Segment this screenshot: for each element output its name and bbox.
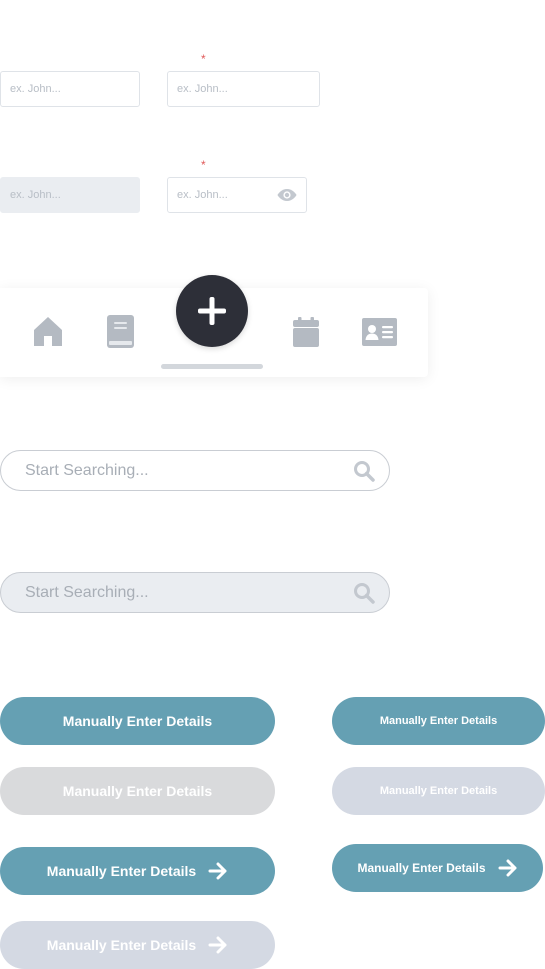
input-placeholder: ex. John...: [10, 189, 61, 201]
manually-enter-details-arrow-button-disabled: Manually Enter Details: [0, 921, 275, 969]
required-asterisk: *: [201, 158, 206, 172]
button-label: Manually Enter Details: [357, 861, 486, 875]
home-indicator: [161, 364, 263, 369]
arrow-right-icon: [498, 859, 517, 877]
search-input-disabled: Start Searching...: [0, 572, 390, 613]
book-icon[interactable]: [107, 315, 134, 353]
password-input[interactable]: ex. John...: [167, 177, 307, 213]
input-placeholder: ex. John...: [177, 83, 228, 95]
search-icon[interactable]: [353, 460, 375, 482]
plus-icon: [198, 297, 226, 325]
eye-icon[interactable]: [277, 188, 297, 202]
arrow-right-icon: [208, 936, 227, 954]
manually-enter-details-arrow-button[interactable]: Manually Enter Details: [0, 847, 275, 895]
add-button[interactable]: [176, 275, 248, 347]
search-input[interactable]: Start Searching...: [0, 450, 390, 491]
arrow-right-icon: [208, 862, 227, 880]
name-input-disabled: ex. John...: [0, 177, 140, 213]
manually-enter-details-button-disabled: Manually Enter Details: [0, 767, 275, 815]
contact-card-icon[interactable]: [362, 318, 397, 351]
home-icon[interactable]: [33, 316, 63, 351]
search-icon: [354, 582, 375, 604]
button-label: Manually Enter Details: [379, 715, 498, 727]
required-asterisk: *: [201, 52, 206, 66]
calendar-icon[interactable]: [293, 317, 319, 352]
button-label: Manually Enter Details: [46, 937, 197, 953]
button-label: Manually Enter Details: [62, 783, 213, 799]
search-placeholder: Start Searching...: [25, 461, 149, 479]
name-input-left[interactable]: ex. John...: [0, 71, 140, 107]
button-label: Manually Enter Details: [62, 713, 213, 729]
manually-enter-details-button[interactable]: Manually Enter Details: [0, 697, 275, 745]
input-placeholder: ex. John...: [177, 189, 228, 201]
name-input-right[interactable]: ex. John...: [167, 71, 320, 107]
button-label: Manually Enter Details: [379, 785, 498, 797]
manually-enter-details-button-small[interactable]: Manually Enter Details: [332, 697, 545, 745]
manually-enter-details-arrow-button-small[interactable]: Manually Enter Details: [332, 844, 543, 892]
manually-enter-details-button-small-disabled: Manually Enter Details: [332, 767, 545, 815]
search-placeholder: Start Searching...: [25, 583, 149, 601]
button-label: Manually Enter Details: [46, 863, 197, 879]
input-placeholder: ex. John...: [10, 83, 61, 95]
